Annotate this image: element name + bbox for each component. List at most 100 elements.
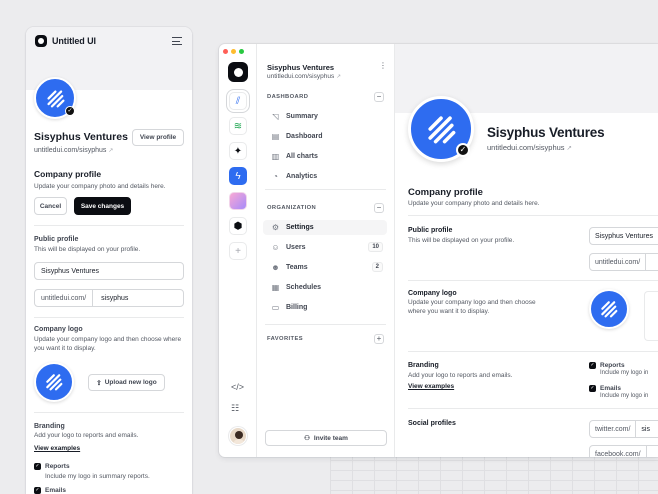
- twitter-input[interactable]: twitter.com/ sis: [589, 420, 658, 438]
- company-name: Sisyphus Ventures: [487, 125, 605, 140]
- gear-icon: ⚙: [271, 223, 280, 232]
- cancel-button[interactable]: Cancel: [34, 197, 67, 215]
- hamburger-menu-icon[interactable]: [172, 37, 182, 48]
- divider: [265, 324, 386, 325]
- more-vertical-icon[interactable]: ⋮: [379, 61, 387, 70]
- sidebar-item-settings[interactable]: ⚙ Settings: [263, 220, 387, 235]
- company-url[interactable]: untitledui.com/sisyphus ↗: [34, 147, 113, 154]
- company-logo-icon: [428, 116, 456, 144]
- calendar-icon: ▦: [271, 283, 280, 292]
- divider: [34, 225, 184, 226]
- company-logo-icon: [47, 90, 65, 108]
- view-examples-link[interactable]: View examples: [34, 445, 80, 452]
- external-link-icon: ↗: [108, 148, 114, 154]
- reports-checkbox[interactable]: ✓ Reports: [34, 463, 70, 470]
- social-profiles-label: Social profiles: [408, 420, 456, 427]
- company-url[interactable]: untitledui.com/sisyphus ↗: [487, 143, 572, 152]
- invite-team-button[interactable]: ⚇ Invite team: [265, 430, 387, 446]
- workspace-bolt-icon[interactable]: ϟ: [229, 167, 247, 185]
- branding-label: Branding: [408, 362, 439, 369]
- sidebar-item-users[interactable]: ☺ Users 10: [263, 240, 387, 255]
- url-prefix: untitledui.com/: [41, 290, 94, 306]
- checkbox-checked-icon: ✓: [589, 385, 596, 392]
- divider: [34, 317, 184, 318]
- pie-chart-icon: ◔: [273, 172, 278, 181]
- public-profile-label: Public profile: [34, 236, 79, 243]
- branding-subtitle: Add your logo to reports and emails.: [34, 432, 139, 439]
- app-logo-icon[interactable]: [228, 62, 248, 82]
- sidebar-item-schedules[interactable]: ▦ Schedules: [263, 280, 387, 295]
- twitter-value: sis: [641, 425, 650, 433]
- verified-badge-icon: ✓: [456, 143, 470, 157]
- facebook-input[interactable]: facebook.com/: [589, 445, 658, 457]
- company-logo-label: Company logo: [34, 326, 83, 333]
- favorites-section-heading: FAVORITES: [267, 336, 304, 342]
- company-url-input[interactable]: untitledui.com/: [589, 253, 658, 271]
- branding-label: Branding: [34, 423, 65, 430]
- close-window-dot[interactable]: [223, 49, 228, 54]
- view-profile-button[interactable]: View profile: [132, 129, 184, 146]
- reports-checkbox[interactable]: ✓ Reports: [589, 362, 625, 369]
- company-profile-subtitle: Update your company photo and details he…: [34, 183, 166, 190]
- company-logo-subtitle: Update your company logo and then choose…: [408, 299, 536, 315]
- sidebar-item-all-charts[interactable]: ▥ All charts: [263, 149, 387, 164]
- user-avatar[interactable]: [229, 427, 247, 445]
- workspace-url[interactable]: untitledui.com/sisyphus ↗: [267, 73, 341, 80]
- brand-name: Untitled UI: [52, 36, 96, 46]
- divider: [265, 189, 386, 190]
- view-examples-link[interactable]: View examples: [408, 383, 454, 390]
- checkbox-checked-icon: ✓: [34, 487, 41, 494]
- workspace-star-icon[interactable]: ✦: [229, 142, 247, 160]
- upload-cloud-icon: ⇪: [96, 379, 102, 387]
- untitled-ui-logo-icon: [35, 35, 47, 47]
- upload-logo-button[interactable]: ⇪ Upload new logo: [88, 374, 165, 391]
- mobile-screen: Untitled UI ✓ Sisyphus Ventures untitled…: [26, 27, 192, 494]
- users-count-badge: 10: [368, 242, 383, 252]
- workspace-sisyphus-icon[interactable]: ⫽: [229, 92, 247, 110]
- emails-checkbox[interactable]: ✓ Emails: [34, 487, 66, 494]
- company-url-input[interactable]: untitledui.com/ sisyphus: [34, 289, 184, 307]
- collapse-organization-icon[interactable]: −: [374, 203, 384, 213]
- company-name-input[interactable]: Sisyphus Ventures: [589, 227, 658, 245]
- window-controls: [223, 49, 244, 54]
- reports-subtitle: Include my logo in summary reports.: [45, 473, 150, 480]
- emails-checkbox[interactable]: ✓ Emails: [589, 385, 621, 392]
- workspace-cube-icon[interactable]: ⬢: [229, 217, 247, 235]
- bar-chart-icon: ▤: [271, 132, 280, 141]
- collapse-dashboard-icon[interactable]: −: [374, 92, 384, 102]
- company-profile-title: Company profile: [408, 187, 483, 198]
- settings-toggle-icon[interactable]: ☷: [231, 403, 239, 414]
- maximize-window-dot[interactable]: [239, 49, 244, 54]
- team-icon: ☻: [271, 263, 280, 272]
- logo-upload-dropzone[interactable]: [644, 291, 658, 341]
- branding-subtitle: Add your logo to reports and emails.: [408, 372, 513, 379]
- mobile-logo[interactable]: Untitled UI: [35, 35, 96, 47]
- company-avatar[interactable]: ✓: [34, 77, 76, 119]
- facebook-prefix: facebook.com/: [595, 446, 647, 457]
- sidebar-item-billing[interactable]: ▭ Billing: [263, 300, 387, 315]
- divider: [408, 351, 658, 352]
- sidebar-item-summary[interactable]: ◹ Summary: [263, 109, 387, 124]
- sidebar-item-dashboard[interactable]: ▤ Dashboard: [263, 129, 387, 144]
- divider: [34, 412, 184, 413]
- company-name-input[interactable]: Sisyphus Ventures: [34, 262, 184, 280]
- add-favorite-icon[interactable]: +: [374, 334, 384, 344]
- workspace-gradient-icon[interactable]: [229, 192, 247, 210]
- save-changes-button[interactable]: Save changes: [74, 197, 131, 215]
- teams-count-badge: 2: [371, 262, 383, 272]
- company-name: Sisyphus Ventures: [34, 131, 128, 143]
- workspace-green-icon[interactable]: ≋: [229, 117, 247, 135]
- external-link-icon: ↗: [566, 145, 572, 152]
- company-profile-title: Company profile: [34, 169, 102, 179]
- company-profile-subtitle: Update your company photo and details he…: [408, 200, 540, 207]
- company-avatar[interactable]: ✓: [408, 96, 474, 162]
- sidebar-item-teams[interactable]: ☻ Teams 2: [263, 260, 387, 275]
- company-logo-icon: [46, 374, 63, 391]
- minimize-window-dot[interactable]: [231, 49, 236, 54]
- public-profile-subtitle: This will be displayed on your profile.: [408, 237, 515, 244]
- code-icon[interactable]: </>: [231, 382, 244, 392]
- add-workspace-icon[interactable]: +: [229, 242, 247, 260]
- url-prefix: untitledui.com/: [595, 254, 647, 270]
- sidebar-item-analytics[interactable]: ◔ Analytics: [263, 169, 387, 184]
- line-chart-icon: ◹: [272, 112, 279, 121]
